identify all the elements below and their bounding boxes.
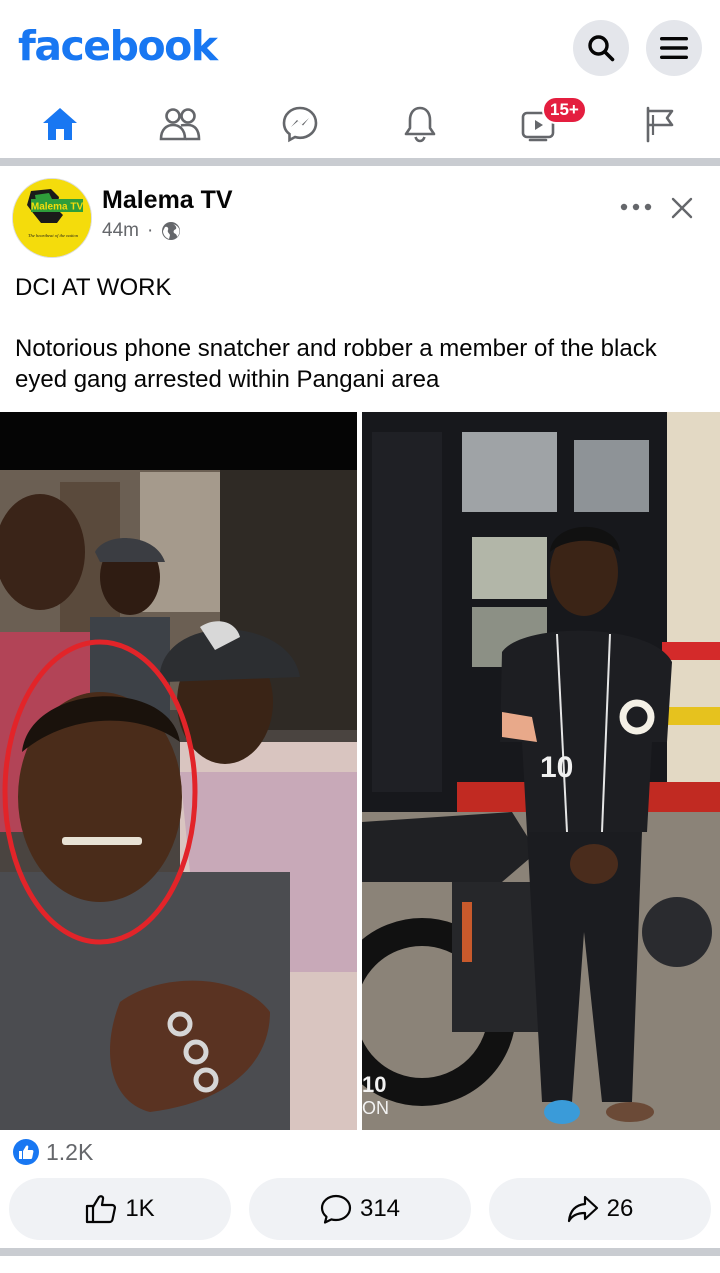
tab-home[interactable] <box>20 96 100 152</box>
page-name[interactable]: Malema TV <box>102 186 233 215</box>
messenger-icon <box>282 106 318 143</box>
like-count: 1K <box>125 1195 155 1222</box>
malema-tv-logo: Malema TV The heartbeat of the nation <box>13 179 91 257</box>
tab-messenger[interactable] <box>260 96 340 152</box>
post-meta: 44m · <box>102 220 181 242</box>
like-button[interactable]: 1K <box>9 1178 231 1240</box>
post-hide-button[interactable] <box>664 190 700 226</box>
top-bar: facebook <box>0 0 720 96</box>
reactions-count: 1.2K <box>46 1138 94 1165</box>
globe-icon <box>162 222 181 240</box>
more-dots-icon <box>620 203 652 211</box>
search-icon <box>588 35 615 62</box>
comment-count: 314 <box>359 1195 401 1222</box>
flag-icon <box>646 106 674 143</box>
post-text-line2: Notorious phone snatcher and robber a me… <box>15 335 657 393</box>
tab-notifications[interactable] <box>380 96 460 152</box>
tab-bar: 15+ <box>0 96 720 158</box>
reactions-summary[interactable]: 1.2K <box>12 1136 93 1168</box>
thumbs-up-icon <box>86 1195 117 1224</box>
svg-text:ON: ON <box>362 1098 389 1118</box>
post-photo-right[interactable]: 10 10 ON <box>362 412 720 1130</box>
facebook-logo[interactable]: facebook <box>18 22 218 70</box>
menu-button[interactable] <box>646 20 702 76</box>
post-header: Malema TV The heartbeat of the nation Ma… <box>0 168 720 258</box>
comment-button[interactable]: 314 <box>249 1178 471 1240</box>
post-photo-left[interactable] <box>0 412 357 1130</box>
comment-icon <box>320 1194 352 1224</box>
post-text-line1: DCI AT WORK <box>15 274 172 301</box>
post-photos: 10 10 ON <box>0 412 720 1130</box>
group-photo <box>0 412 357 1130</box>
meta-separator: · <box>146 220 154 241</box>
share-icon <box>567 1195 598 1223</box>
tab-friends[interactable] <box>140 96 220 152</box>
friends-icon <box>159 108 201 141</box>
search-button[interactable] <box>573 20 629 76</box>
home-icon <box>43 108 77 140</box>
avatar-logo-text: Malema TV <box>31 202 84 213</box>
post-time[interactable]: 44m <box>102 220 139 242</box>
post-bottom-divider <box>0 1248 720 1256</box>
post-more-button[interactable] <box>616 192 656 222</box>
post-actions: 1K 314 26 <box>0 1178 720 1240</box>
arrest-photo: 10 10 ON <box>362 412 720 1130</box>
feed-divider <box>0 158 720 166</box>
tab-watch[interactable]: 15+ <box>500 96 587 152</box>
watch-badge: 15+ <box>542 96 587 124</box>
jersey-number: 10 <box>540 751 573 784</box>
hamburger-menu-icon <box>660 37 688 59</box>
post-text: DCI AT WORK Notorious phone snatcher and… <box>15 272 705 395</box>
page-avatar[interactable]: Malema TV The heartbeat of the nation <box>12 178 92 258</box>
share-count: 26 <box>606 1195 634 1222</box>
photo-corner-text: 10 <box>362 1072 386 1097</box>
tab-pages[interactable] <box>620 96 700 152</box>
avatar-tagline: The heartbeat of the nation <box>28 233 79 238</box>
like-reaction-icon <box>13 1139 39 1165</box>
bell-icon <box>404 106 436 143</box>
close-icon <box>671 197 693 219</box>
share-button[interactable]: 26 <box>489 1178 711 1240</box>
